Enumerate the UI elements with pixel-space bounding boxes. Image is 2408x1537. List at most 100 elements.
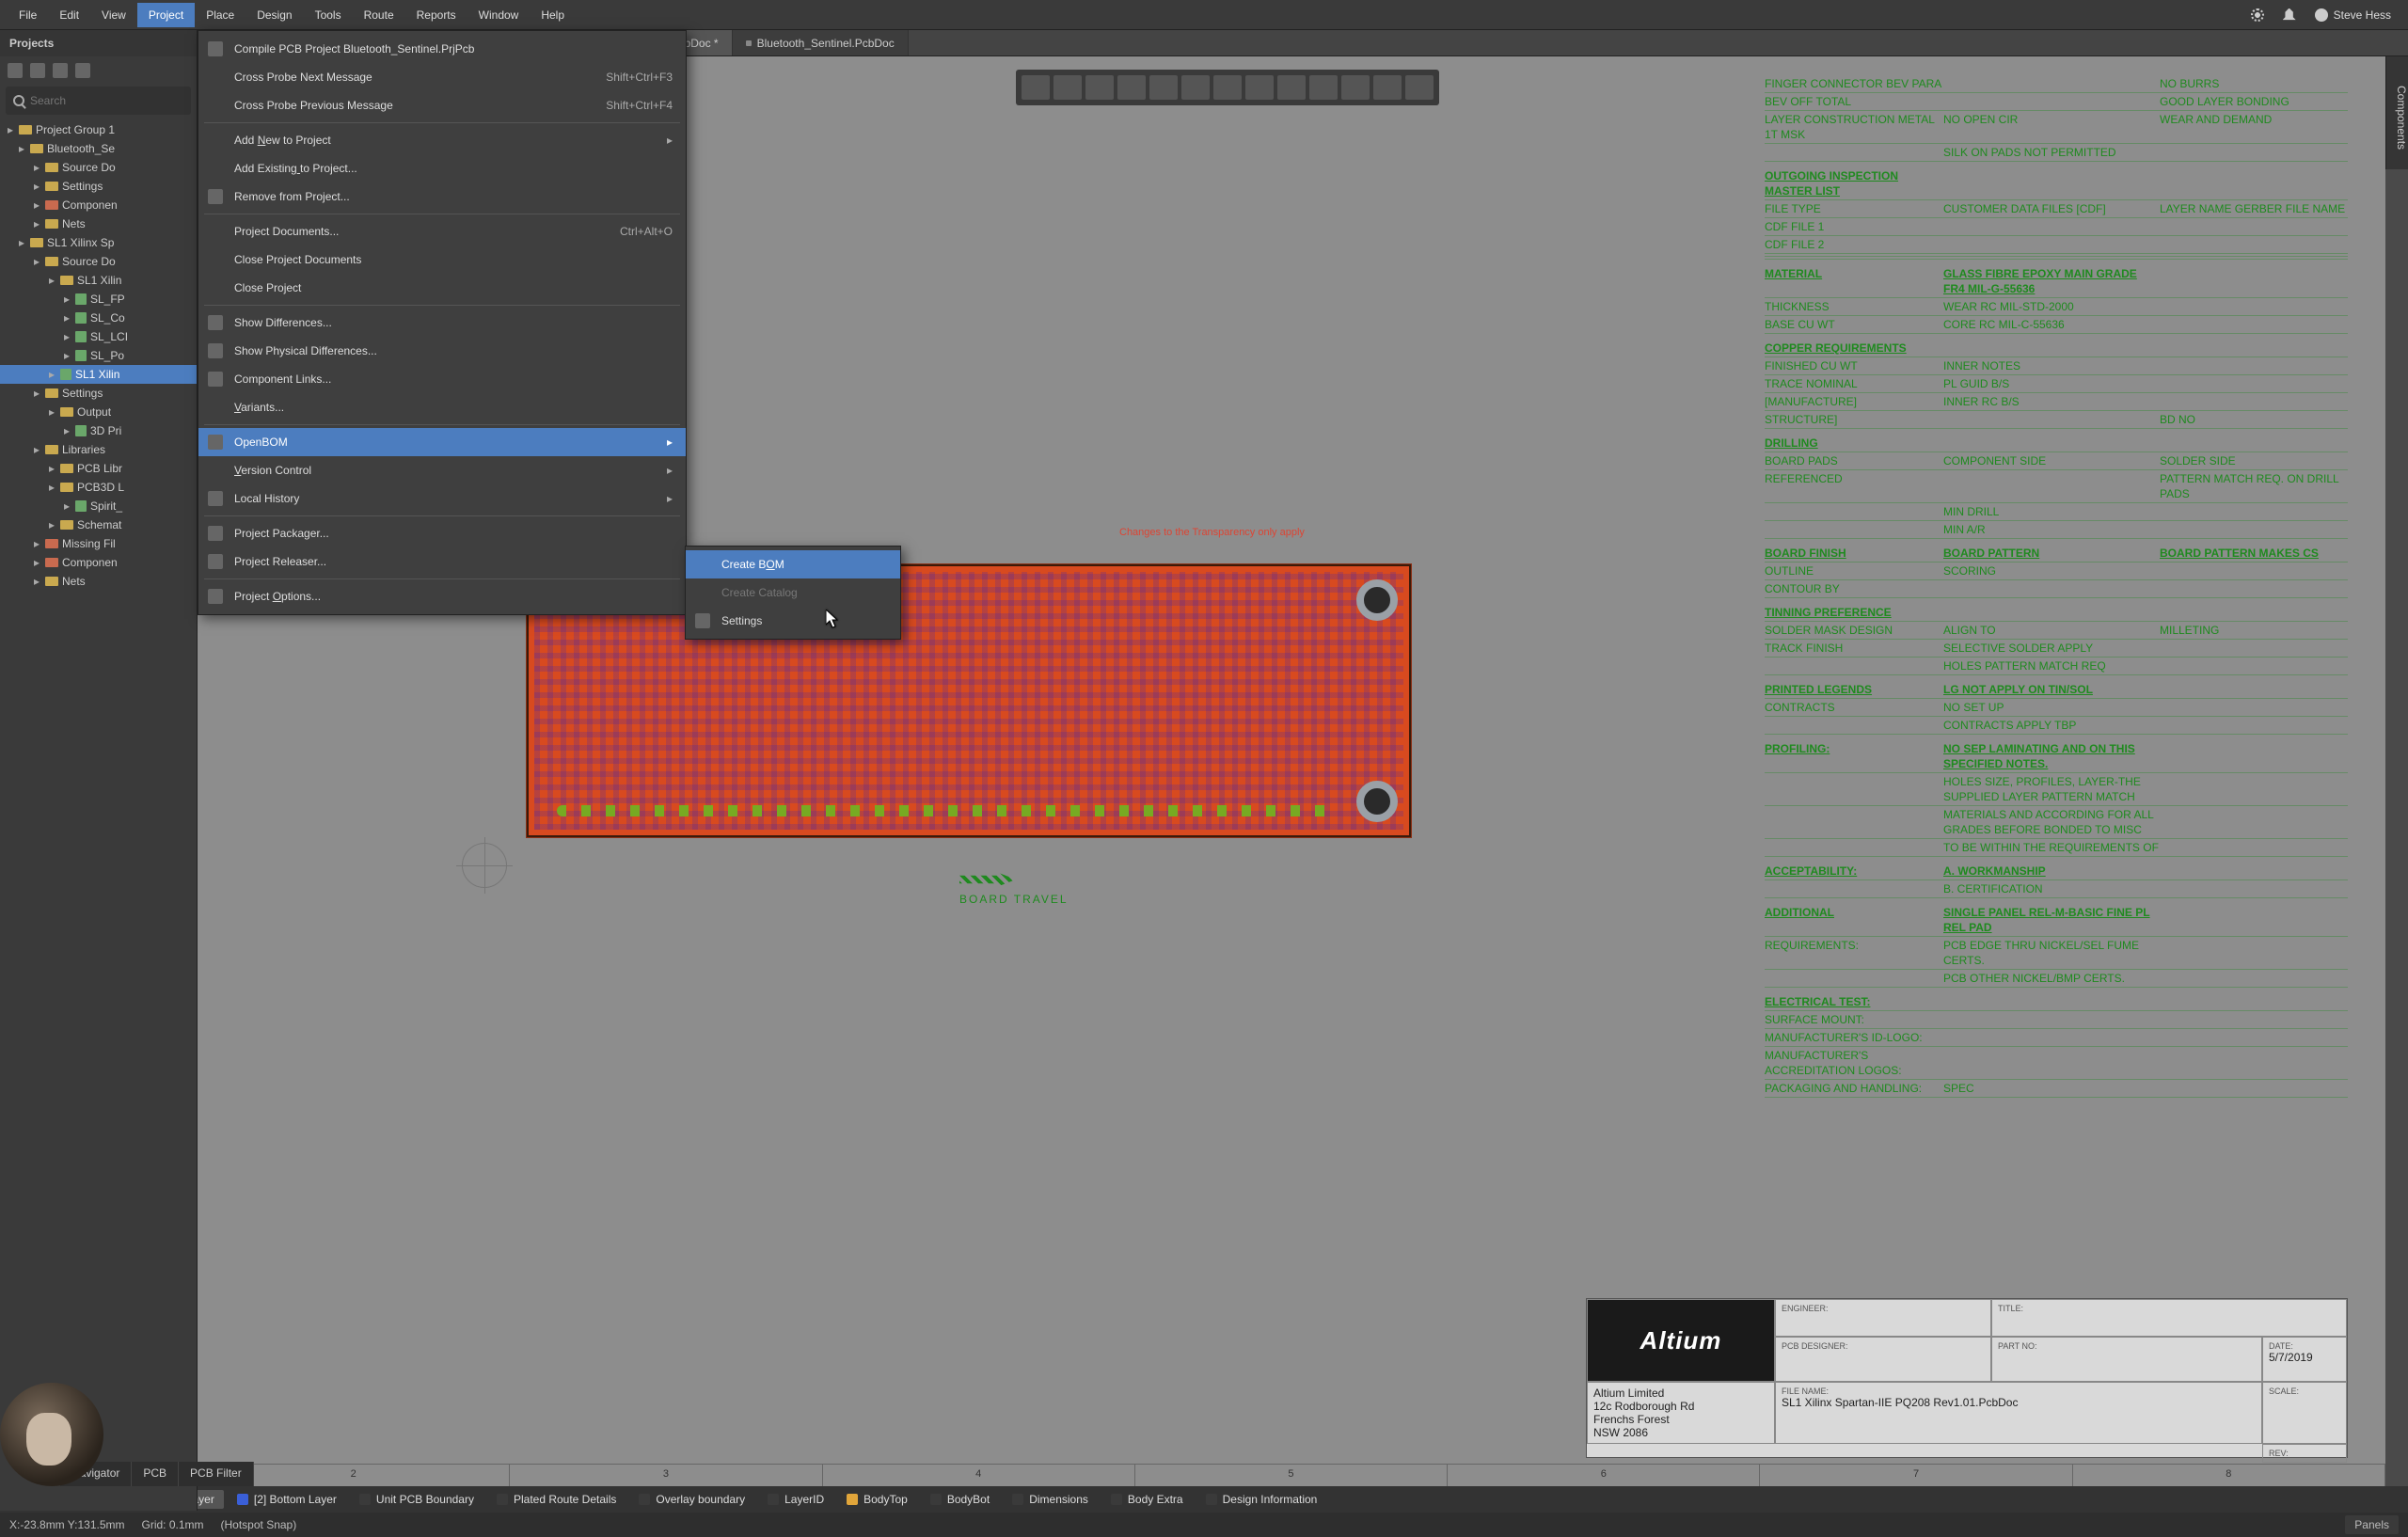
search-input[interactable] bbox=[30, 94, 183, 107]
projects-search[interactable] bbox=[6, 87, 191, 115]
menu-project[interactable]: Project bbox=[137, 3, 195, 27]
layer-tab[interactable]: [2] Bottom Layer bbox=[228, 1490, 346, 1509]
tree-item[interactable]: ▸Bluetooth_Se bbox=[0, 139, 197, 158]
ruler-tick: 4 bbox=[823, 1465, 1135, 1486]
tree-item[interactable]: ▸SL1 Xilin bbox=[0, 271, 197, 290]
tool-measure-icon[interactable] bbox=[1213, 75, 1242, 100]
tree-item[interactable]: ▸Nets bbox=[0, 572, 197, 591]
tree-item[interactable]: ▸SL_Co bbox=[0, 309, 197, 327]
menu-item[interactable]: Cross Probe Next MessageShift+Ctrl+F3 bbox=[198, 63, 686, 91]
tool-text-icon[interactable] bbox=[1373, 75, 1402, 100]
tree-item[interactable]: ▸PCB Libr bbox=[0, 459, 197, 478]
tool-color-icon[interactable] bbox=[1277, 75, 1306, 100]
menu-item[interactable]: OpenBOM▸ bbox=[198, 428, 686, 456]
tree-item[interactable]: ▸SL_LCI bbox=[0, 327, 197, 346]
menu-place[interactable]: Place bbox=[195, 3, 246, 27]
tab-pcb[interactable]: PCB bbox=[132, 1462, 179, 1486]
menu-item[interactable]: Show Differences... bbox=[198, 309, 686, 337]
tree-item[interactable]: ▸SL_Po bbox=[0, 346, 197, 365]
tree-item[interactable]: ▸Source Do bbox=[0, 252, 197, 271]
menu-item[interactable]: Variants... bbox=[198, 393, 686, 421]
layer-tab[interactable]: Dimensions bbox=[1003, 1490, 1098, 1509]
components-panel-tab[interactable]: Components bbox=[2385, 56, 2408, 169]
tree-item[interactable]: ▸Componen bbox=[0, 196, 197, 214]
tool-align-icon[interactable] bbox=[1117, 75, 1146, 100]
menu-item[interactable]: Project Documents...Ctrl+Alt+O bbox=[198, 217, 686, 246]
tree-item[interactable]: ▸Settings bbox=[0, 384, 197, 403]
menu-item-icon bbox=[208, 343, 223, 358]
tree-item[interactable]: ▸SL_FP bbox=[0, 290, 197, 309]
tool-filter-icon[interactable] bbox=[1022, 75, 1050, 100]
tree-item[interactable]: ▸Source Do bbox=[0, 158, 197, 177]
tree-item[interactable]: ▸Output bbox=[0, 403, 197, 421]
menu-item[interactable]: Project Releaser... bbox=[198, 547, 686, 576]
layer-tab[interactable]: Body Extra bbox=[1101, 1490, 1193, 1509]
menu-item[interactable]: Add New to Project▸ bbox=[198, 126, 686, 154]
layer-tab[interactable]: Unit PCB Boundary bbox=[350, 1490, 483, 1509]
menu-help[interactable]: Help bbox=[530, 3, 576, 27]
file-icon bbox=[60, 369, 71, 380]
tree-item[interactable]: ▸Componen bbox=[0, 553, 197, 572]
toolbar-icon[interactable] bbox=[8, 63, 23, 78]
menu-item[interactable]: Cross Probe Previous MessageShift+Ctrl+F… bbox=[198, 91, 686, 119]
menu-item[interactable]: Project Options... bbox=[198, 582, 686, 610]
layer-tab[interactable]: Overlay boundary bbox=[629, 1490, 754, 1509]
tree-item[interactable]: ▸Project Group 1 bbox=[0, 120, 197, 139]
menu-item[interactable]: Remove from Project... bbox=[198, 182, 686, 211]
menu-file[interactable]: File bbox=[8, 3, 48, 27]
tool-line-icon[interactable] bbox=[1405, 75, 1434, 100]
tree-item[interactable]: ▸Spirit_ bbox=[0, 497, 197, 515]
layer-tab[interactable]: BodyTop bbox=[837, 1490, 917, 1509]
tree-item[interactable]: ▸SL1 Xilinx Sp bbox=[0, 233, 197, 252]
submenu-item[interactable]: Create BOM bbox=[686, 550, 900, 578]
notifications-button[interactable] bbox=[2273, 3, 2305, 27]
panels-button[interactable]: Panels bbox=[2345, 1515, 2399, 1534]
tool-grid-icon[interactable] bbox=[1149, 75, 1178, 100]
layer-tab[interactable]: LayerID bbox=[758, 1490, 833, 1509]
user-menu[interactable]: Steve Hess bbox=[2305, 3, 2400, 27]
menu-tools[interactable]: Tools bbox=[304, 3, 353, 27]
menu-item[interactable]: Local History▸ bbox=[198, 484, 686, 513]
layer-tab[interactable]: Design Information bbox=[1196, 1490, 1327, 1509]
tab-pcb-filter[interactable]: PCB Filter bbox=[179, 1462, 254, 1486]
doc-tab-3[interactable]: Bluetooth_Sentinel.PcbDoc bbox=[733, 30, 909, 55]
tree-item[interactable]: ▸Nets bbox=[0, 214, 197, 233]
toolbar-icon[interactable] bbox=[30, 63, 45, 78]
tree-item[interactable]: ▸3D Pri bbox=[0, 421, 197, 440]
layer-tab[interactable]: Plated Route Details bbox=[487, 1490, 626, 1509]
search-icon bbox=[13, 95, 24, 106]
tool-dim-icon[interactable] bbox=[1341, 75, 1370, 100]
menu-window[interactable]: Window bbox=[467, 3, 531, 27]
tree-item[interactable]: ▸Settings bbox=[0, 177, 197, 196]
tree-item[interactable]: ▸Libraries bbox=[0, 440, 197, 459]
menu-item[interactable]: Compile PCB Project Bluetooth_Sentinel.P… bbox=[198, 35, 686, 63]
tree-item-label: Settings bbox=[62, 387, 103, 400]
menu-design[interactable]: Design bbox=[246, 3, 303, 27]
tree-item[interactable]: ▸Schemat bbox=[0, 515, 197, 534]
settings-button[interactable] bbox=[2242, 3, 2273, 27]
menu-reports[interactable]: Reports bbox=[405, 3, 467, 27]
tree-item[interactable]: ▸Missing Fil bbox=[0, 534, 197, 553]
menu-item[interactable]: Component Links... bbox=[198, 365, 686, 393]
menu-item[interactable]: Close Project bbox=[198, 274, 686, 302]
menu-view[interactable]: View bbox=[90, 3, 137, 27]
tree-item[interactable]: ▸SL1 Xilin bbox=[0, 365, 197, 384]
menu-edit[interactable]: Edit bbox=[48, 3, 90, 27]
tree-item[interactable]: ▸PCB3D L bbox=[0, 478, 197, 497]
menu-item[interactable]: Version Control▸ bbox=[198, 456, 686, 484]
submenu-item[interactable]: Settings bbox=[686, 607, 900, 635]
menu-route[interactable]: Route bbox=[353, 3, 405, 27]
tool-place-icon[interactable] bbox=[1054, 75, 1082, 100]
spec-line: BOARD FINISHBOARD PATTERNBOARD PATTERN M… bbox=[1765, 545, 2348, 563]
toolbar-icon[interactable] bbox=[75, 63, 90, 78]
toolbar-icon[interactable] bbox=[53, 63, 68, 78]
tool-highlight-icon[interactable] bbox=[1245, 75, 1274, 100]
menu-item[interactable]: Project Packager... bbox=[198, 519, 686, 547]
tool-layer-icon[interactable] bbox=[1309, 75, 1338, 100]
layer-tab[interactable]: BodyBot bbox=[921, 1490, 999, 1509]
tool-route-icon[interactable] bbox=[1181, 75, 1210, 100]
tool-rect-icon[interactable] bbox=[1085, 75, 1114, 100]
menu-item[interactable]: Add Existing to Project... bbox=[198, 154, 686, 182]
menu-item[interactable]: Close Project Documents bbox=[198, 246, 686, 274]
menu-item[interactable]: Show Physical Differences... bbox=[198, 337, 686, 365]
